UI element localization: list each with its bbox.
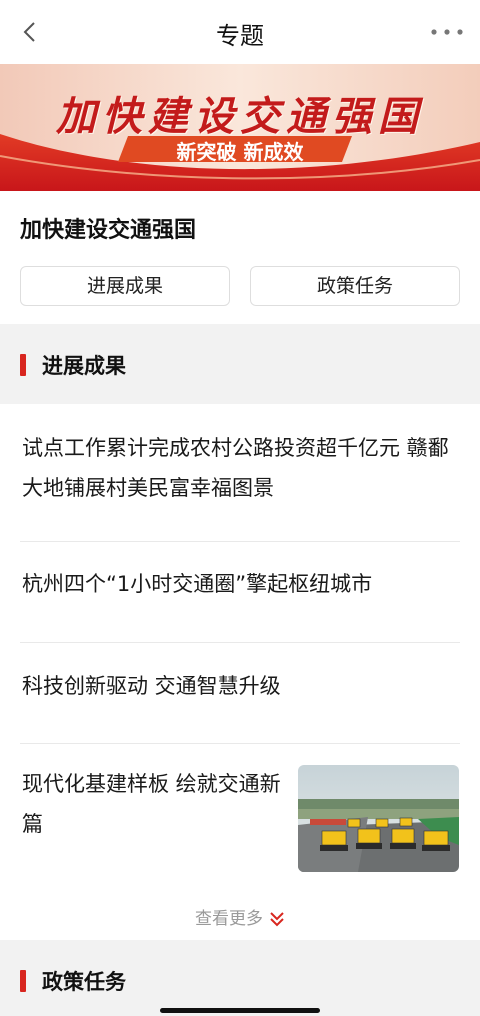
see-more-label: 查看更多 bbox=[195, 909, 263, 929]
tab-policy[interactable]: 政策任务 bbox=[250, 266, 460, 306]
topic-name: 加快建设交通强国 bbox=[20, 218, 197, 243]
double-chevron-down-icon bbox=[270, 912, 284, 927]
divider bbox=[20, 743, 460, 744]
section-title: 政策任务 bbox=[42, 970, 126, 994]
top-bar: 专题 bbox=[0, 0, 480, 64]
tab-progress[interactable]: 进展成果 bbox=[20, 266, 230, 306]
news-item[interactable]: 试点工作累计完成农村公路投资超千亿元 赣鄱大地铺展村美民富幸福图景 bbox=[22, 428, 462, 508]
section-accent-bar bbox=[20, 970, 26, 992]
news-thumbnail-image[interactable] bbox=[298, 765, 459, 872]
banner-headline: 加快建设交通强国 bbox=[56, 93, 424, 140]
divider bbox=[20, 541, 460, 542]
section-accent-bar bbox=[20, 354, 26, 376]
more-dots-icon[interactable] bbox=[430, 24, 464, 40]
home-indicator[interactable] bbox=[160, 1008, 320, 1013]
banner-subline: 新突破 新成效 bbox=[176, 140, 304, 164]
see-more-link[interactable]: 查看更多 bbox=[0, 904, 480, 929]
news-item[interactable]: 科技创新驱动 交通智慧升级 bbox=[22, 666, 462, 706]
section-title: 进展成果 bbox=[42, 354, 126, 378]
news-item[interactable]: 现代化基建样板 绘就交通新篇 bbox=[22, 764, 282, 844]
section-header-progress: 进展成果 bbox=[0, 324, 480, 404]
news-item[interactable]: 杭州四个“1小时交通圈”擎起枢纽城市 bbox=[22, 564, 462, 604]
divider bbox=[20, 642, 460, 643]
page-title: 专题 bbox=[216, 22, 264, 50]
section-header-policy: 政策任务 bbox=[0, 940, 480, 1016]
